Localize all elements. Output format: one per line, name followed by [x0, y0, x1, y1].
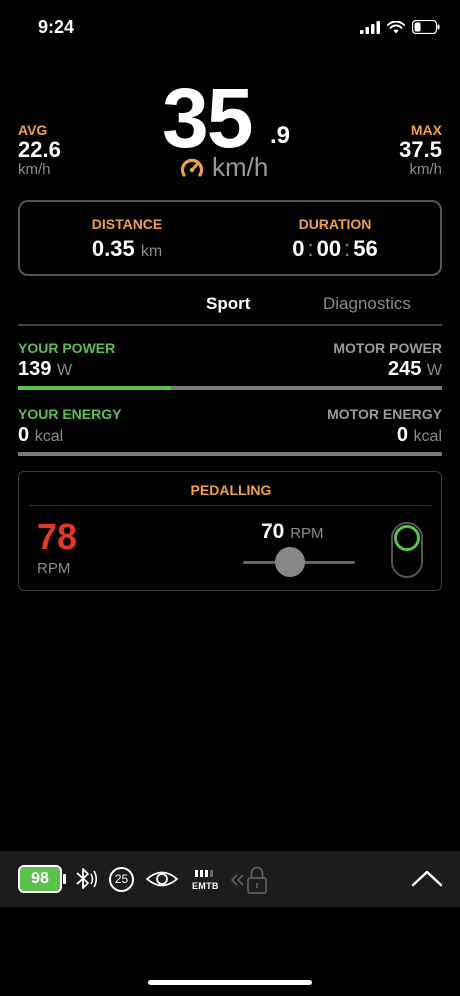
motor-power-unit: W	[426, 362, 442, 379]
max-value: 37.5	[399, 137, 442, 162]
status-time: 9:24	[38, 17, 75, 37]
your-energy-label: YOUR ENERGY	[18, 406, 122, 422]
bottom-status-bar: 98 25 EMTB	[0, 851, 460, 907]
target-cadence-slider-thumb[interactable]	[275, 547, 305, 577]
duration-hours: 0	[292, 236, 305, 261]
status-bar: 9:24	[0, 0, 460, 56]
motor-energy-value: 0	[396, 424, 408, 446]
max-speed: MAX 37.5 km/h	[399, 122, 442, 178]
motor-power-value-row: 245 W	[333, 358, 442, 381]
distance-label: DISTANCE	[91, 216, 163, 232]
pedalling-title: PEDALLING	[190, 482, 272, 498]
motor-energy-unit: kcal	[413, 428, 442, 445]
energy-bar	[18, 452, 442, 456]
pedalling-card: PEDALLING 78 RPM 70 RPM	[18, 471, 442, 591]
speed-limit-icon[interactable]: 25	[109, 867, 134, 892]
cadence-value: 78	[37, 516, 78, 557]
distance-value-row: 0.35 km	[37, 236, 217, 262]
power-bar-fill	[18, 386, 171, 390]
your-energy: YOUR ENERGY 0 kcal	[18, 406, 121, 447]
your-energy-value: 0	[18, 424, 30, 446]
current-speed-decimal: .9	[270, 122, 291, 149]
wifi-icon	[387, 20, 405, 33]
motor-energy-value-row: 0 kcal	[327, 424, 442, 447]
home-indicator[interactable]	[148, 980, 312, 985]
avg-value: 22.6	[18, 137, 61, 162]
target-cadence-unit: RPM	[290, 525, 324, 542]
max-unit: km/h	[409, 161, 442, 178]
status-icons	[360, 20, 440, 34]
chevron-up-icon[interactable]	[410, 867, 444, 889]
avg-speed: AVG 22.6 km/h	[18, 122, 61, 178]
toggle-knob	[394, 525, 420, 551]
motor-power-label: MOTOR POWER	[333, 340, 442, 356]
duration-value-row: 0:00:56	[245, 236, 425, 262]
tab-diagnostics[interactable]: Diagnostics	[323, 294, 411, 314]
speed-unit-row: km/h	[180, 152, 268, 183]
your-power-label: YOUR POWER	[18, 340, 116, 356]
your-power-unit: W	[56, 362, 73, 379]
avg-label: AVG	[18, 122, 48, 138]
distance-value: 0.35	[91, 236, 135, 261]
your-power-value-row: 139 W	[18, 358, 115, 381]
your-energy-unit: kcal	[34, 428, 64, 445]
mode-level-bar	[205, 870, 208, 877]
bluetooth-icon[interactable]	[74, 865, 100, 893]
battery-low-icon	[412, 20, 440, 34]
battery-nub	[63, 874, 66, 884]
mode-level-bar	[210, 870, 213, 877]
mode-icon	[195, 870, 213, 877]
duration-separator: :	[307, 236, 314, 261]
eye-icon[interactable]	[145, 865, 179, 893]
tab-sport[interactable]: Sport	[206, 294, 250, 314]
distance-unit: km	[140, 243, 163, 260]
speedometer-icon	[180, 158, 204, 177]
duration-seconds: 56	[353, 236, 378, 261]
power-row: YOUR POWER 139 W MOTOR POWER 245 W	[18, 340, 442, 396]
your-power: YOUR POWER 139 W	[18, 340, 115, 381]
lock-icon[interactable]	[228, 865, 272, 897]
target-cadence-row: 70 RPM	[261, 520, 324, 544]
speed-header: AVG 22.6 km/h 35 .9 km/h MAX 37.5 km/h	[0, 70, 460, 190]
motor-power: MOTOR POWER 245 W	[333, 340, 442, 381]
motor-energy: MOTOR ENERGY 0 kcal	[327, 406, 442, 447]
speed-unit: km/h	[212, 152, 269, 182]
motor-energy-label: MOTOR ENERGY	[327, 406, 442, 422]
avg-unit: km/h	[18, 161, 51, 178]
pedalling-divider	[29, 505, 431, 506]
distance-stat: DISTANCE 0.35 km	[37, 216, 217, 262]
cadence-alert-toggle[interactable]	[391, 522, 423, 578]
cadence-unit: RPM	[37, 560, 71, 577]
duration-minutes: 00	[316, 236, 342, 261]
energy-row: YOUR ENERGY 0 kcal MOTOR ENERGY 0 kcal	[18, 406, 442, 462]
mode-level-bar	[200, 870, 203, 877]
motor-power-value: 245	[387, 358, 422, 380]
view-tabs: Sport Diagnostics	[18, 290, 442, 326]
target-cadence-value: 70	[261, 520, 285, 543]
mode-label[interactable]: EMTB	[192, 881, 219, 891]
cellular-signal-icon	[360, 20, 380, 34]
your-energy-value-row: 0 kcal	[18, 424, 121, 447]
power-bar	[18, 386, 442, 390]
max-label: MAX	[410, 122, 442, 138]
duration-stat: DURATION 0:00:56	[245, 216, 425, 262]
your-power-value: 139	[18, 358, 52, 380]
trip-card: DISTANCE 0.35 km DURATION 0:00:56	[18, 200, 442, 276]
mode-level-bar	[195, 870, 198, 877]
duration-separator: :	[344, 236, 351, 261]
bike-battery-level[interactable]: 98	[18, 865, 62, 893]
duration-label: DURATION	[298, 216, 372, 232]
